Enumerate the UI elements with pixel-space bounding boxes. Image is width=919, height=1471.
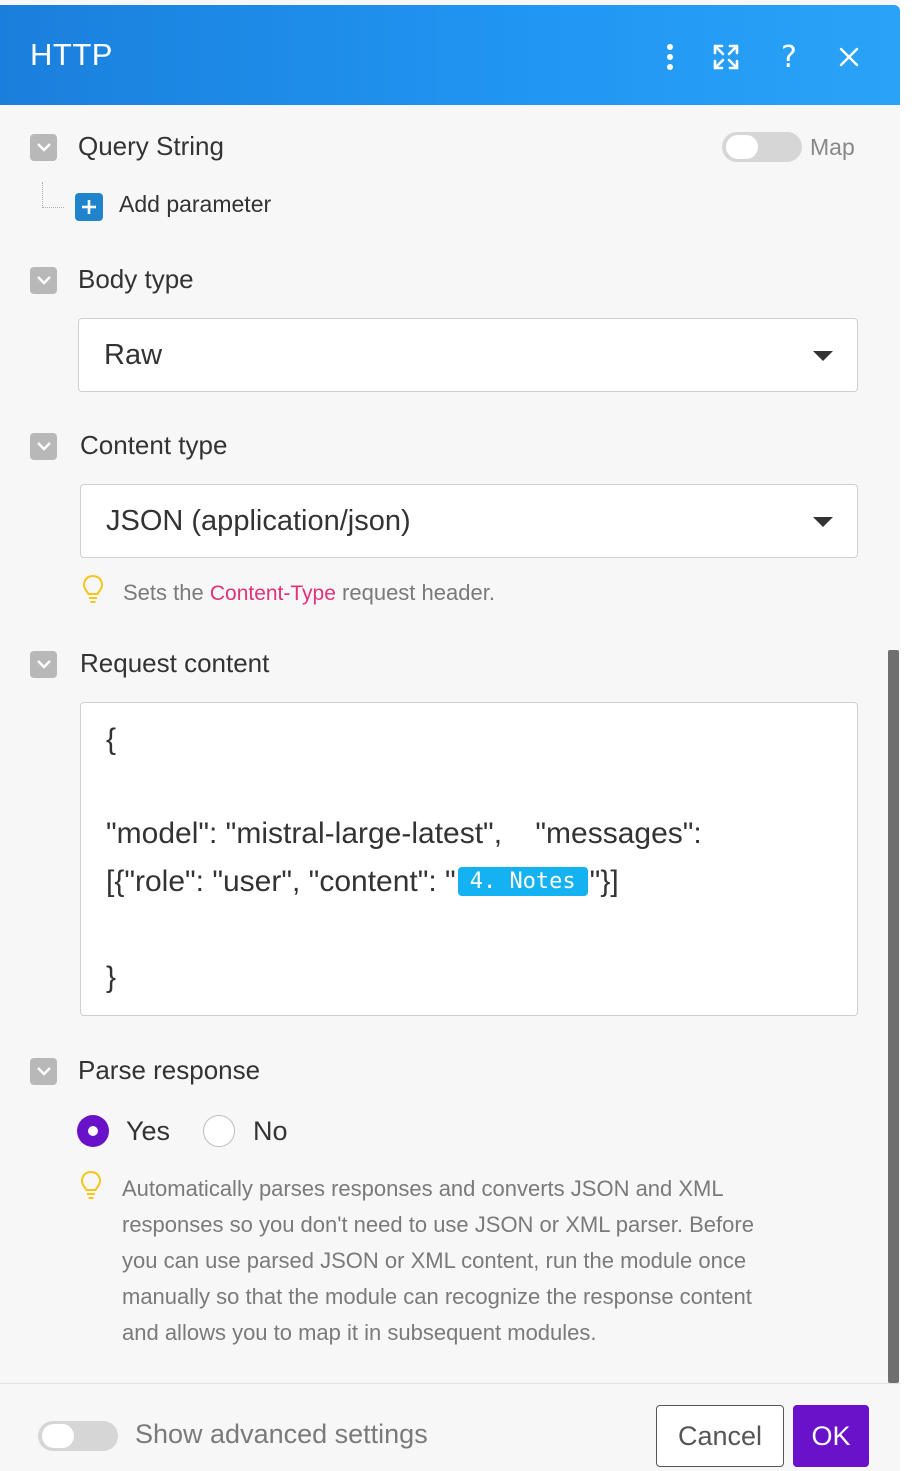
help-icon[interactable]: ? xyxy=(769,35,809,79)
content-type-label: Content type xyxy=(80,430,228,460)
code-line: [{"role": "user", "content": " 4. Notes "}… xyxy=(106,865,619,899)
parse-response-hint: Automatically parses responses and conve… xyxy=(122,1171,754,1351)
advanced-settings-toggle[interactable] xyxy=(38,1421,118,1451)
parse-response-no-radio[interactable] xyxy=(203,1115,235,1147)
parse-response-yes-radio[interactable] xyxy=(77,1115,109,1147)
hint-text: request header. xyxy=(335,580,495,605)
tree-connector xyxy=(42,182,64,208)
request-content-collapse-icon[interactable] xyxy=(30,651,57,678)
code-fragment: "}] xyxy=(589,865,619,898)
code-line: { xyxy=(106,723,117,756)
body-type-collapse-icon[interactable] xyxy=(30,267,57,294)
advanced-toggle-knob xyxy=(42,1424,74,1448)
lightbulb-icon xyxy=(80,1170,102,1199)
add-parameter-icon[interactable] xyxy=(75,193,103,221)
parse-response-collapse-icon[interactable] xyxy=(30,1058,57,1085)
content-type-select[interactable]: JSON (application/json) xyxy=(80,484,858,558)
hint-line: manually so that the module can recogniz… xyxy=(122,1284,752,1309)
code-line: "model": "mistral-large-latest", "messag… xyxy=(106,817,702,850)
chevron-down-icon xyxy=(813,351,833,361)
mapped-variable-pill[interactable]: 4. Notes xyxy=(457,867,588,896)
expand-icon[interactable] xyxy=(706,35,746,79)
ok-button[interactable]: OK xyxy=(793,1405,869,1467)
dialog-header: HTTP ? xyxy=(0,5,900,105)
parse-response-yes-label[interactable]: Yes xyxy=(126,1116,170,1147)
hint-line: Automatically parses responses and conve… xyxy=(122,1176,724,1201)
body-type-value: Raw xyxy=(104,339,163,371)
hint-line: and allows you to map it in subsequent m… xyxy=(122,1320,597,1345)
request-content-label: Request content xyxy=(80,648,270,678)
content-type-value: JSON (application/json) xyxy=(106,505,411,537)
query-string-collapse-icon[interactable] xyxy=(30,134,57,161)
content-type-collapse-icon[interactable] xyxy=(30,433,57,460)
advanced-settings-label[interactable]: Show advanced settings xyxy=(135,1419,428,1450)
dialog-title: HTTP xyxy=(30,37,113,72)
close-icon[interactable] xyxy=(829,35,869,79)
body-type-label: Body type xyxy=(78,264,194,294)
more-vertical-icon[interactable] xyxy=(650,35,690,79)
http-module-dialog: HTTP ? Query String Map Add parameter Bo… xyxy=(0,0,900,1471)
lightbulb-icon xyxy=(82,574,104,603)
hint-line: responses so you don't need to use JSON … xyxy=(122,1212,754,1237)
body-type-select[interactable]: Raw xyxy=(78,318,858,392)
hint-text: Sets the xyxy=(123,580,210,605)
code-line: } xyxy=(106,961,117,994)
hint-line: you can use parsed JSON or XML content, … xyxy=(122,1248,747,1273)
parse-response-label: Parse response xyxy=(78,1055,261,1085)
content-type-hint: Sets the Content-Type request header. xyxy=(123,575,495,612)
map-label: Map xyxy=(810,134,855,160)
code-fragment: [{"role": "user", "content": " xyxy=(106,865,456,898)
request-content-editor[interactable]: { "model": "mistral-large-latest", "mess… xyxy=(80,702,858,1016)
add-parameter-button[interactable]: Add parameter xyxy=(119,191,271,218)
parse-response-no-label[interactable]: No xyxy=(253,1116,288,1147)
map-toggle-knob xyxy=(726,135,758,159)
scrollbar-thumb[interactable] xyxy=(888,650,899,1383)
query-string-label: Query String xyxy=(78,131,224,161)
content-type-code: Content-Type xyxy=(209,582,336,605)
map-toggle[interactable] xyxy=(722,132,802,162)
cancel-button[interactable]: Cancel xyxy=(656,1405,784,1467)
chevron-down-icon xyxy=(813,517,833,527)
